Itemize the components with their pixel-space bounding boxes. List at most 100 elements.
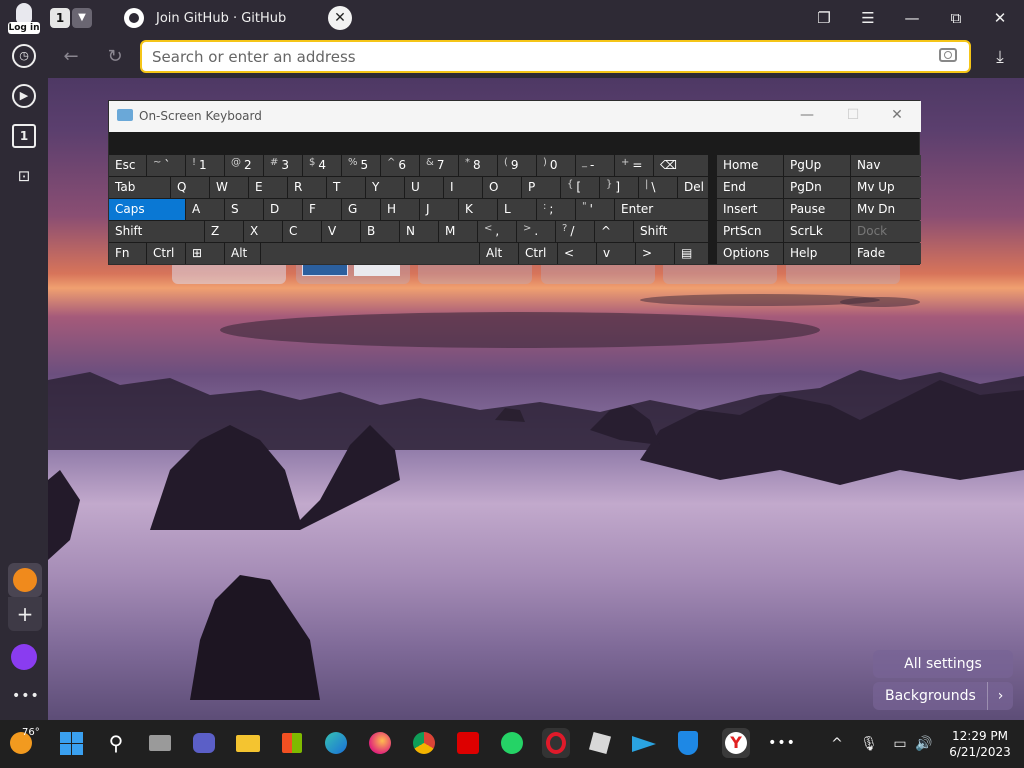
osk-nav-key[interactable]: Nav <box>851 155 921 176</box>
osk-key[interactable]: D <box>264 199 302 220</box>
osk-key[interactable]: M <box>439 221 477 242</box>
osk-key[interactable]: v <box>597 243 635 264</box>
osk-key[interactable]: E <box>249 177 287 198</box>
tab-counter[interactable]: 1 ▼ <box>50 8 92 28</box>
restore-icon[interactable]: ⧉ <box>944 6 968 30</box>
osk-key[interactable]: B <box>361 221 399 242</box>
camera-search-icon[interactable] <box>939 48 957 62</box>
network-icon[interactable]: ▭ <box>890 734 910 754</box>
osk-key[interactable]: % 5 <box>342 155 380 176</box>
add-panel-button[interactable]: + <box>8 597 42 631</box>
osk-key[interactable]: $4 <box>303 155 341 176</box>
store-icon[interactable] <box>278 728 306 758</box>
alice-assistant-icon[interactable] <box>11 644 37 670</box>
chevron-down-icon[interactable]: ▼ <box>72 8 92 28</box>
osk-key[interactable]: ^ 6 <box>381 155 419 176</box>
osk-key[interactable]: F <box>303 199 341 220</box>
osk-nav-key[interactable]: Home <box>717 155 783 176</box>
osk-key[interactable]: ! 1 <box>186 155 224 176</box>
task-view-icon[interactable] <box>146 728 174 758</box>
osk-key[interactable]: G <box>342 199 380 220</box>
osk-nav-key[interactable]: Mv Up <box>851 177 921 198</box>
osk-key[interactable]: Shift <box>634 221 708 242</box>
osk-key[interactable]: ^ <box>595 221 633 242</box>
close-icon[interactable]: ✕ <box>887 107 907 123</box>
osk-key[interactable]: H <box>381 199 419 220</box>
osk-key[interactable]: {[ <box>561 177 599 198</box>
osk-nav-key[interactable]: Insert <box>717 199 783 220</box>
minimize-icon[interactable]: — <box>797 107 817 123</box>
opera-icon[interactable] <box>542 728 570 758</box>
osk-key[interactable]: ) 0 <box>537 155 575 176</box>
osk-key[interactable]: Y <box>366 177 404 198</box>
osk-key[interactable]: :; <box>537 199 575 220</box>
osk-key[interactable]: W <box>210 177 248 198</box>
osk-key[interactable]: T <box>327 177 365 198</box>
yandex-browser-icon[interactable]: Y <box>722 728 750 758</box>
search-icon[interactable]: ⚲ <box>102 728 130 758</box>
osk-key[interactable]: < <box>558 243 596 264</box>
edge-icon[interactable] <box>322 728 350 758</box>
more-icon[interactable]: ••• <box>12 684 39 708</box>
osk-key[interactable]: U <box>405 177 443 198</box>
more-apps-icon[interactable]: ••• <box>768 728 796 758</box>
menu-icon[interactable]: ☰ <box>856 6 880 30</box>
osk-key[interactable]: K <box>459 199 497 220</box>
osk-key[interactable]: Esc <box>109 155 146 176</box>
osk-key[interactable]: Enter <box>615 199 708 220</box>
osk-nav-key[interactable]: PgUp <box>784 155 850 176</box>
screenshot-icon[interactable]: ⊡ <box>12 164 36 188</box>
osk-nav-key[interactable]: End <box>717 177 783 198</box>
osk-key[interactable]: Q <box>171 177 209 198</box>
osk-key[interactable]: ▤ <box>675 243 708 264</box>
tabs-count-icon[interactable]: 1 <box>12 124 36 148</box>
close-window-icon[interactable]: ✕ <box>988 6 1012 30</box>
maximize-icon[interactable]: ☐ <box>843 107 863 123</box>
osk-key[interactable]: | \ <box>639 177 677 198</box>
osk-nav-key[interactable]: Dock <box>851 221 921 242</box>
osk-nav-key[interactable]: Options <box>717 243 783 264</box>
osk-key[interactable]: " ' <box>576 199 614 220</box>
back-arrow-icon[interactable]: ← <box>58 44 84 70</box>
close-tab-icon[interactable]: ✕ <box>328 6 352 30</box>
backgrounds-button[interactable]: Backgrounds › <box>873 682 1013 710</box>
profile-button[interactable]: Log in <box>8 3 40 34</box>
osk-key[interactable]: Alt <box>480 243 518 264</box>
osk-key[interactable]: Alt <box>225 243 260 264</box>
osk-key[interactable]: A <box>186 199 224 220</box>
defender-icon[interactable] <box>674 728 702 758</box>
osk-key[interactable]: L <box>498 199 536 220</box>
start-icon[interactable] <box>58 728 86 758</box>
clock[interactable]: 12:29 PM 6/21/2023 <box>944 728 1016 760</box>
telegram-icon[interactable] <box>630 728 658 758</box>
osk-key[interactable]: R <box>288 177 326 198</box>
microphone-icon[interactable]: 🎙 <box>859 734 879 754</box>
osk-key[interactable]: I <box>444 177 482 198</box>
minimize-icon[interactable]: — <box>900 6 924 30</box>
osk-key[interactable]: P <box>522 177 560 198</box>
osk-nav-key[interactable]: Mv Dn <box>851 199 921 220</box>
osk-nav-key[interactable]: ScrLk <box>784 221 850 242</box>
osk-key[interactable]: }] <box>600 177 638 198</box>
osk-key[interactable]: O <box>483 177 521 198</box>
osk-nav-key[interactable]: PgDn <box>784 177 850 198</box>
osk-key[interactable]: Z <box>205 221 243 242</box>
osk-key[interactable]: ~ ` <box>147 155 185 176</box>
mail-app-button[interactable] <box>8 563 42 597</box>
file-explorer-icon[interactable] <box>234 728 262 758</box>
download-icon[interactable]: ⤓ <box>988 44 1012 70</box>
osk-nav-key[interactable]: Pause <box>784 199 850 220</box>
reload-icon[interactable]: ↻ <box>102 44 128 70</box>
osk-key[interactable]: (9 <box>498 155 536 176</box>
chevron-up-icon[interactable]: ^ <box>827 734 847 754</box>
volume-icon[interactable]: 🔊 <box>914 734 934 754</box>
osk-key[interactable]: ⌫ <box>654 155 708 176</box>
osk-key[interactable]: * 8 <box>459 155 497 176</box>
osk-key[interactable]: ? / <box>556 221 594 242</box>
all-settings-button[interactable]: All settings <box>873 650 1013 678</box>
espn-icon[interactable] <box>454 728 482 758</box>
firefox-icon[interactable] <box>366 728 394 758</box>
history-icon[interactable]: ◷ <box>12 44 36 68</box>
osk-key[interactable]: Caps <box>109 199 185 220</box>
osk-key[interactable]: Fn <box>109 243 146 264</box>
